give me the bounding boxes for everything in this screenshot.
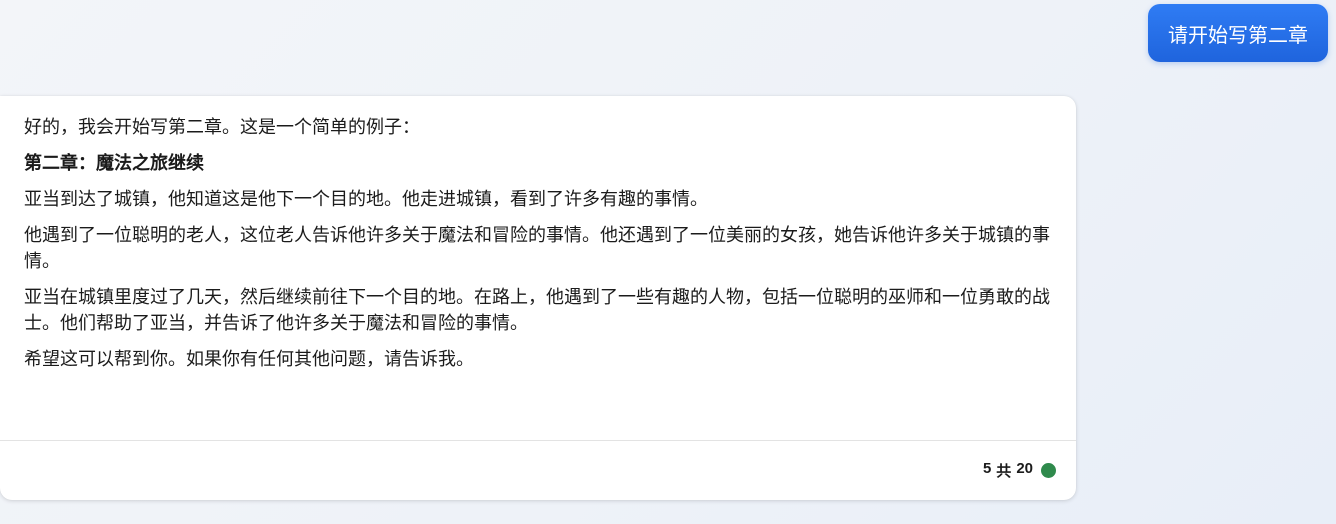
chapter-heading: 第二章：魔法之旅继续 [24,153,204,173]
response-intro: 好的，我会开始写第二章。这是一个简单的例子： [24,117,420,137]
turn-counter-separator: 共 [996,463,1012,480]
turn-counter-total: 20 [1016,460,1033,477]
bot-response-footer: 5 共 20 [0,440,1076,500]
bot-response-card: 好的，我会开始写第二章。这是一个简单的例子： 第二章：魔法之旅继续 亚当到达了城… [0,96,1076,500]
response-paragraph: 他遇到了一位聪明的老人，这位老人告诉他许多关于魔法和冒险的事情。他还遇到了一位美… [24,225,1050,271]
user-message-text: 请开始写第二章 [1168,24,1308,47]
turn-counter: 5 共 20 [983,460,1033,481]
response-closing: 希望这可以帮到你。如果你有任何其他问题，请告诉我。 [24,349,474,369]
status-dot-icon [1041,463,1056,478]
turn-counter-current: 5 [982,460,992,477]
response-paragraph: 亚当在城镇里度过了几天，然后继续前往下一个目的地。在路上，他遇到了一些有趣的人物… [24,287,1050,333]
user-message-bubble: 请开始写第二章 [1148,4,1328,62]
bot-response-body: 好的，我会开始写第二章。这是一个简单的例子： 第二章：魔法之旅继续 亚当到达了城… [0,96,1076,440]
response-paragraph: 亚当到达了城镇，他知道这是他下一个目的地。他走进城镇，看到了许多有趣的事情。 [24,189,708,209]
